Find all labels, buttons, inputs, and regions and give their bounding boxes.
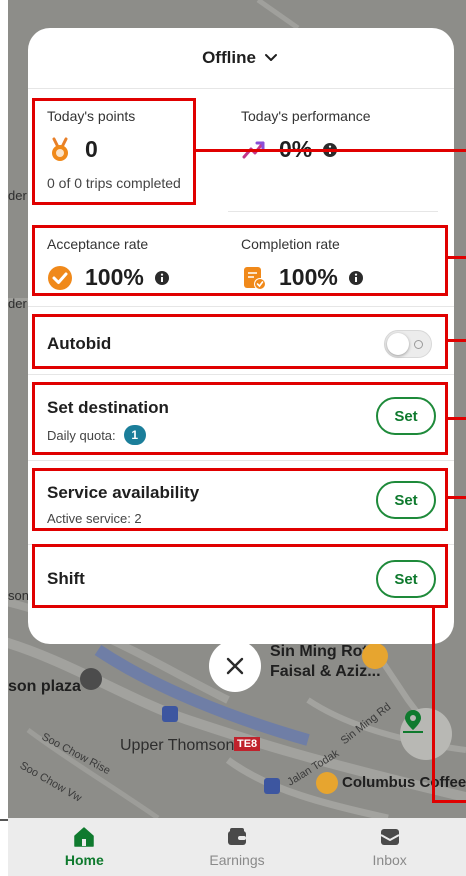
destination-divider	[28, 460, 454, 461]
stats-divider	[228, 211, 438, 212]
annotation-box-points	[32, 98, 196, 205]
map-label-sin-ming-roti: Sin Ming Roti	[270, 643, 373, 660]
inbox-icon	[380, 829, 400, 845]
annotation-leader-service	[448, 496, 466, 499]
status-label: Offline	[202, 48, 256, 67]
bottom-navigation: Home Earnings Inbox	[8, 818, 466, 876]
annotation-box-destination	[32, 382, 448, 455]
bus-stop-icon-2[interactable]	[264, 778, 280, 794]
annotation-box-service	[32, 468, 448, 531]
annotation-leader-shift-vertical	[432, 608, 435, 802]
app-root: Sin Ming Roti Faisal & Aziz... son plaza…	[0, 0, 466, 876]
chevron-down-icon	[264, 54, 277, 61]
map-label-columbus-coffee: Columbus Coffee C	[342, 774, 466, 791]
nav-home[interactable]: Home	[8, 818, 161, 876]
mrt-station-badge: TE8	[234, 737, 261, 751]
restaurant-pin-icon[interactable]	[362, 643, 388, 669]
map-location-button[interactable]	[400, 708, 452, 760]
map-label-sin-ming-roti-2: Faisal & Aziz...	[270, 663, 381, 680]
cafe-pin-icon[interactable]	[316, 772, 338, 794]
map-pin-icon	[403, 710, 423, 733]
nav-earnings-label: Earnings	[209, 852, 265, 868]
map-label-son-plaza: son plaza	[8, 678, 81, 695]
map-label-left-1: der	[8, 188, 27, 203]
left-gutter	[0, 0, 8, 876]
map-label-upper-thomson: Upper Thomson	[120, 737, 235, 754]
annotation-box-shift	[32, 544, 448, 608]
nav-home-label: Home	[64, 852, 104, 868]
home-icon	[74, 827, 95, 847]
annotation-leader-points	[196, 149, 466, 152]
annotation-leader-shift-horizontal	[432, 800, 466, 803]
nav-inbox-label: Inbox	[372, 852, 407, 868]
rates-divider	[28, 306, 454, 307]
bus-stop-icon[interactable]	[162, 706, 178, 722]
nav-earnings[interactable]: Earnings	[161, 818, 314, 876]
status-dropdown[interactable]: Offline	[28, 28, 454, 88]
map-label-left-2: der	[8, 296, 27, 311]
annotation-leader-destination	[448, 417, 466, 420]
annotation-box-autobid	[32, 314, 448, 369]
annotation-leader-autobid	[448, 339, 466, 342]
nav-inbox[interactable]: Inbox	[313, 818, 466, 876]
map-label-left-3: son	[8, 588, 29, 603]
wallet-icon	[228, 828, 246, 845]
annotation-box-rates	[32, 225, 448, 296]
close-panel-button[interactable]	[209, 640, 261, 692]
autobid-divider	[28, 374, 454, 375]
close-icon	[226, 657, 244, 675]
todays-performance-label: Today's performance	[241, 108, 371, 124]
header-divider	[28, 88, 454, 89]
annotation-leader-rates	[448, 256, 466, 259]
place-pin-icon[interactable]	[80, 668, 102, 690]
